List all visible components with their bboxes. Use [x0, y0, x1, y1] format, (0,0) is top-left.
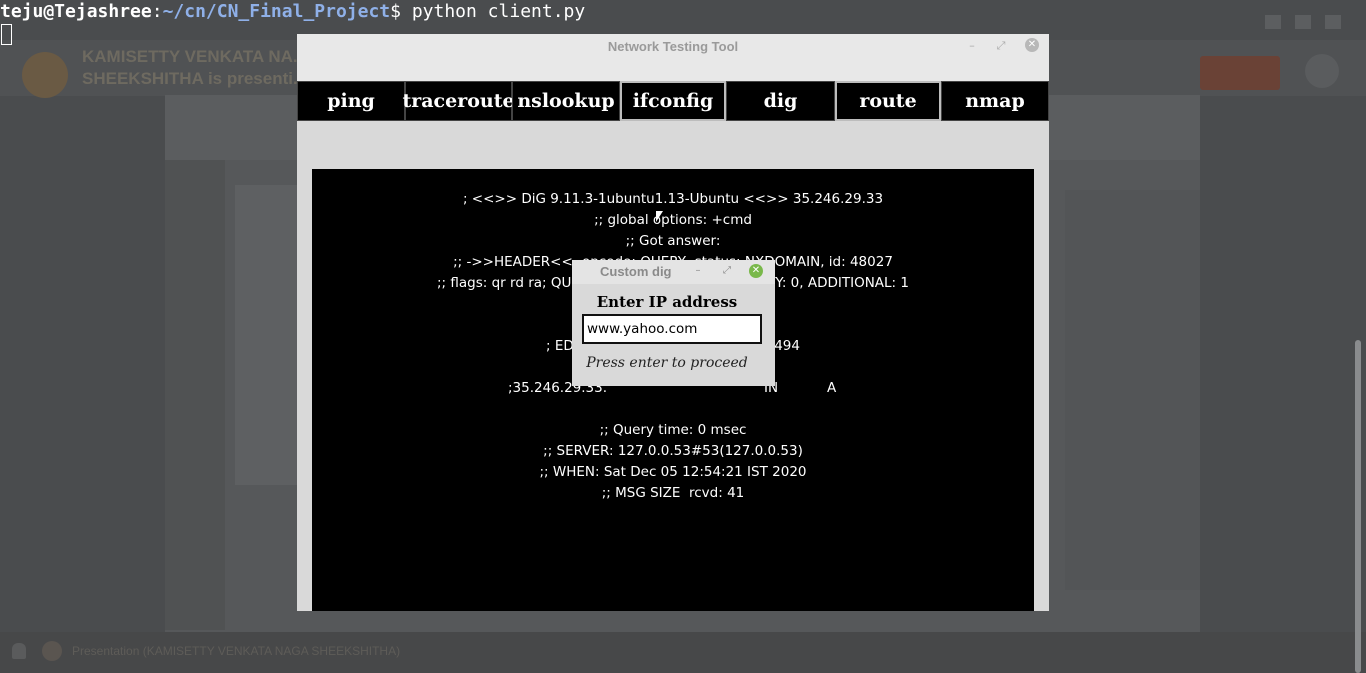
terminal-scrollbar[interactable]	[1355, 340, 1361, 673]
custom-dig-dialog: Custom dig – ⤢ ✕ Enter IP address Press …	[572, 260, 775, 386]
nmap-button[interactable]: nmap	[941, 81, 1049, 121]
dialog-titlebar[interactable]: Custom dig – ⤢ ✕	[572, 260, 775, 284]
window-title: Network Testing Tool	[607, 39, 739, 54]
shared-screen-right-panel	[1065, 190, 1200, 590]
output-line: ;; global options: +cmd	[594, 212, 752, 228]
window-titlebar[interactable]: Network Testing Tool – ⤢ ✕	[297, 34, 1049, 81]
minimize-icon[interactable]: –	[965, 39, 979, 53]
terminal-command: python client.py	[411, 1, 586, 22]
dialog-hint: Press enter to proceed	[586, 355, 748, 371]
presentation-icon	[42, 641, 62, 661]
dialog-minimize-icon[interactable]: –	[692, 265, 704, 277]
dialog-maximize-icon[interactable]: ⤢	[721, 265, 733, 277]
output-panel: ; <<>> DiG 9.11.3-1ubuntu1.13-Ubuntu <<>…	[312, 169, 1034, 611]
shared-screen-sidebar	[165, 160, 225, 630]
terminal-prompt-suffix: $	[390, 1, 412, 22]
tool-toolbar: ping traceroute nslookup ifconfig dig ro…	[297, 81, 1049, 121]
ifconfig-button[interactable]: ifconfig	[620, 81, 726, 121]
question-type: A	[827, 380, 837, 396]
output-line: ; <<>> DiG 9.11.3-1ubuntu1.13-Ubuntu <<>…	[462, 191, 884, 207]
output-stat-line: ;; Query time: 0 msec	[599, 422, 747, 438]
terminal-path: ~/cn/CN_Final_Project	[162, 1, 391, 22]
dig-button[interactable]: dig	[726, 81, 835, 121]
bell-icon	[12, 643, 26, 659]
mouse-pointer-icon	[656, 211, 663, 222]
presenter-avatar	[22, 52, 68, 98]
user-avatar	[1305, 54, 1339, 88]
output-stat-line: ;; MSG SIZE rcvd: 41	[601, 485, 745, 501]
output-stat-line: ;; WHEN: Sat Dec 05 12:54:21 IST 2020	[539, 464, 807, 480]
output-line: ;; Got answer:	[625, 233, 721, 249]
presentation-label: Presentation (KAMISETTY VENKATA NAGA SHE…	[72, 644, 401, 658]
ip-address-input[interactable]	[582, 314, 762, 344]
record-button	[1200, 56, 1280, 90]
terminal-user-host: teju@Tejashree	[0, 1, 152, 22]
dialog-close-icon[interactable]: ✕	[749, 264, 763, 278]
ping-button[interactable]: ping	[297, 81, 405, 121]
terminal-prompt-line: teju@Tejashree:~/cn/CN_Final_Project$ py…	[0, 0, 585, 24]
top-icons	[1265, 14, 1355, 34]
nslookup-button[interactable]: nslookup	[512, 81, 620, 121]
close-icon[interactable]: ✕	[1025, 38, 1039, 52]
route-button[interactable]: route	[835, 81, 941, 121]
output-stat-line: ;; SERVER: 127.0.0.53#53(127.0.0.53)	[543, 443, 803, 459]
maximize-icon[interactable]: ⤢	[994, 39, 1008, 53]
terminal-cursor	[1, 24, 12, 45]
traceroute-button[interactable]: traceroute	[402, 81, 515, 121]
dialog-prompt-label: Enter IP address	[596, 293, 738, 311]
dialog-title: Custom dig	[600, 264, 672, 279]
terminal-separator: :	[151, 1, 163, 22]
